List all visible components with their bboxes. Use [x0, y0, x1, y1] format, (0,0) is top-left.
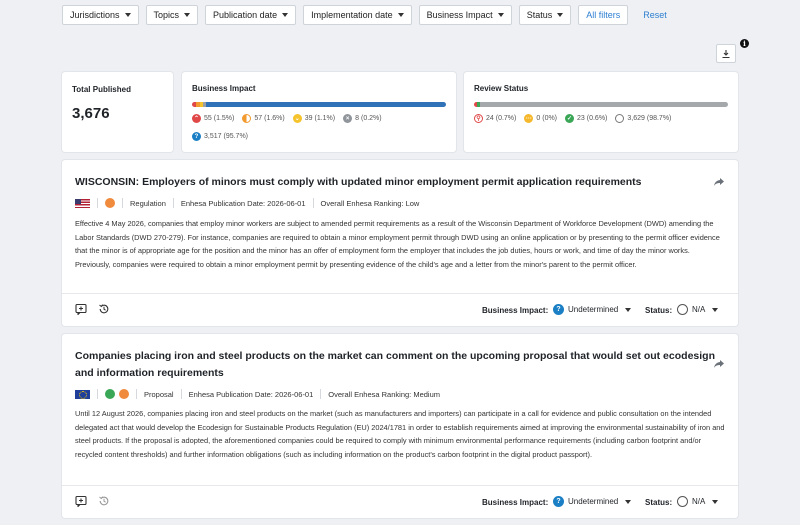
enhesa-ranking: Overall Enhesa Ranking: Medium [328, 389, 441, 399]
magnifier-icon: ⚲ [474, 114, 483, 123]
chevron-down-icon [712, 307, 719, 312]
total-published-title: Total Published [72, 85, 131, 94]
article-summary: Until 12 August 2026, companies placing … [75, 409, 725, 459]
status-filter[interactable]: Status [518, 5, 572, 25]
history-icon[interactable] [98, 303, 110, 315]
status-select[interactable]: N/A [677, 496, 719, 507]
chevron-down-icon [497, 13, 504, 17]
filter-bar: Jurisdictions Topics Publication date Im… [62, 5, 667, 25]
x-icon: × [343, 114, 353, 123]
business-impact-legend-row2: ? 3,517 (95.7%) [192, 131, 256, 142]
chevron-down-icon [184, 13, 191, 17]
bar-segment-not-reviewed [480, 102, 728, 107]
legend-reviewed[interactable]: ✓ 23 (0.6%) [565, 114, 607, 123]
publication-date-filter[interactable]: Publication date [205, 5, 297, 25]
topic-icon [105, 198, 115, 208]
eu-flag-icon [75, 389, 90, 399]
article-card[interactable]: WISCONSIN: Employers of minors must comp… [62, 160, 738, 326]
legend-none[interactable]: × 8 (0.2%) [343, 114, 382, 123]
article-title[interactable]: Companies placing iron and steel product… [75, 348, 715, 382]
topic-icon [119, 389, 129, 399]
jurisdictions-filter[interactable]: Jurisdictions [62, 5, 139, 25]
article-meta: Proposal Enhesa Publication Date: 2026-0… [75, 388, 440, 400]
legend-high[interactable]: ⌃ 55 (1.5%) [192, 114, 234, 123]
half-circle-icon [242, 114, 252, 123]
article-summary: Effective 4 May 2026, companies that emp… [75, 219, 720, 269]
all-filters-button[interactable]: All filters [578, 5, 629, 25]
business-impact-title: Business Impact [192, 84, 256, 93]
legend-not-reviewed[interactable]: 3,629 (98.7%) [615, 114, 671, 123]
business-impact-select[interactable]: ? Undetermined [553, 496, 632, 507]
review-status-title: Review Status [474, 84, 529, 93]
review-status-bar [474, 102, 728, 107]
business-impact-label: Business Impact: [482, 498, 549, 507]
enhesa-ranking: Overall Enhesa Ranking: Low [320, 198, 420, 208]
chevron-down-icon [625, 499, 632, 504]
chevron-down-icon [557, 13, 564, 17]
empty-circle-icon [615, 114, 625, 123]
add-note-icon[interactable] [75, 303, 87, 315]
question-icon: ? [553, 304, 564, 315]
download-icon [722, 49, 730, 58]
chevron-down-icon [282, 13, 289, 17]
total-published-value: 3,676 [72, 105, 110, 122]
chevron-down-icon [397, 13, 404, 17]
status-label: Status: [645, 498, 673, 507]
status-label: Status: [645, 306, 673, 315]
empty-circle-icon [677, 304, 688, 315]
publication-date: Enhesa Publication Date: 2026-06-01 [180, 198, 306, 208]
legend-low[interactable]: ⌄ 39 (1.1%) [292, 114, 335, 123]
article-meta: Regulation Enhesa Publication Date: 2026… [75, 197, 419, 209]
legend-in-review[interactable]: ⚲ 24 (0.7%) [474, 114, 516, 123]
add-note-icon[interactable] [75, 495, 87, 507]
article-type: Regulation [130, 198, 166, 208]
review-status-card: Review Status ⚲ 24 (0.7%) ··· 0 (0%) ✓ 23 (… [464, 72, 738, 152]
legend-undetermined[interactable]: ? 3,517 (95.7%) [192, 132, 248, 141]
topic-icon [105, 389, 115, 399]
legend-medium[interactable]: 57 (1.6%) [242, 114, 285, 123]
download-button[interactable] [716, 44, 736, 63]
business-impact-select[interactable]: ? Undetermined [553, 304, 632, 315]
publication-date: Enhesa Publication Date: 2026-06-01 [188, 389, 314, 399]
arrow-up-icon: ⌃ [192, 114, 201, 123]
business-impact-label: Business Impact: [482, 306, 549, 315]
arrow-down-icon: ⌄ [292, 114, 302, 123]
business-impact-card: Business Impact ⌃ 55 (1.5%) 57 (1.6%) ⌄ 39… [182, 72, 456, 152]
legend-pending[interactable]: ··· 0 (0%) [524, 114, 557, 123]
article-type: Proposal [144, 389, 174, 399]
chevron-down-icon [712, 499, 719, 504]
business-impact-filter[interactable]: Business Impact [418, 5, 512, 25]
question-icon: ? [192, 132, 201, 141]
business-impact-legend: ⌃ 55 (1.5%) 57 (1.6%) ⌄ 39 (1.1%) × 8 (0.2%… [192, 113, 390, 124]
question-icon: ? [553, 496, 564, 507]
share-icon[interactable] [713, 359, 725, 369]
history-icon[interactable] [98, 495, 110, 507]
business-impact-bar [192, 102, 446, 107]
chevron-down-icon [124, 13, 131, 17]
total-published-card: Total Published 3,676 [62, 72, 173, 152]
bar-segment-undetermined [205, 102, 446, 107]
chevron-down-icon [625, 307, 632, 312]
empty-circle-icon [677, 496, 688, 507]
status-select[interactable]: N/A [677, 304, 719, 315]
check-icon: ✓ [565, 114, 575, 123]
info-icon[interactable]: i [740, 39, 749, 48]
share-icon[interactable] [713, 177, 725, 187]
review-status-legend: ⚲ 24 (0.7%) ··· 0 (0%) ✓ 23 (0.6%) 3,629 (9… [474, 113, 679, 124]
reset-link[interactable]: Reset [643, 10, 667, 20]
implementation-date-filter[interactable]: Implementation date [303, 5, 412, 25]
article-card[interactable]: Companies placing iron and steel product… [62, 334, 738, 518]
article-title[interactable]: WISCONSIN: Employers of minors must comp… [75, 174, 715, 191]
us-flag-icon [75, 198, 90, 208]
ellipsis-icon: ··· [524, 114, 534, 123]
topics-filter[interactable]: Topics [145, 5, 199, 25]
